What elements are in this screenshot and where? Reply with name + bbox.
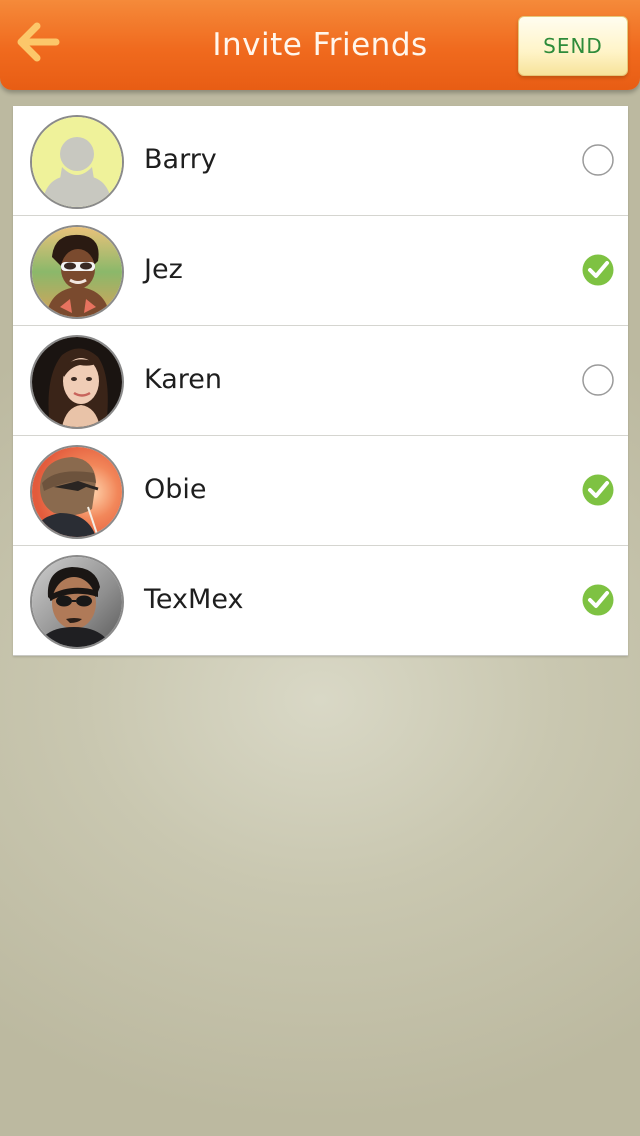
avatar — [30, 555, 124, 649]
friends-list: Barry Jez Karen Obie TexMex — [13, 106, 628, 656]
friend-name: Jez — [144, 254, 183, 285]
friend-row-texmex[interactable]: TexMex — [13, 546, 628, 656]
avatar — [30, 225, 124, 319]
app-header: Invite Friends SEND — [0, 0, 640, 90]
friend-row-karen[interactable]: Karen — [13, 326, 628, 436]
avatar — [30, 445, 124, 539]
checkmark-circle-icon[interactable] — [582, 474, 614, 506]
avatar — [30, 115, 124, 209]
unchecked-circle-icon[interactable] — [582, 364, 614, 396]
friend-name: Barry — [144, 144, 217, 175]
friend-name: TexMex — [144, 584, 244, 615]
friend-row-barry[interactable]: Barry — [13, 106, 628, 216]
friend-row-obie[interactable]: Obie — [13, 436, 628, 546]
checkmark-circle-icon[interactable] — [582, 254, 614, 286]
friend-name: Karen — [144, 364, 223, 395]
friend-row-jez[interactable]: Jez — [13, 216, 628, 326]
unchecked-circle-icon[interactable] — [582, 144, 614, 176]
send-button[interactable]: SEND — [518, 16, 628, 76]
checkmark-circle-icon[interactable] — [582, 584, 614, 616]
avatar — [30, 335, 124, 429]
friend-name: Obie — [144, 474, 207, 505]
